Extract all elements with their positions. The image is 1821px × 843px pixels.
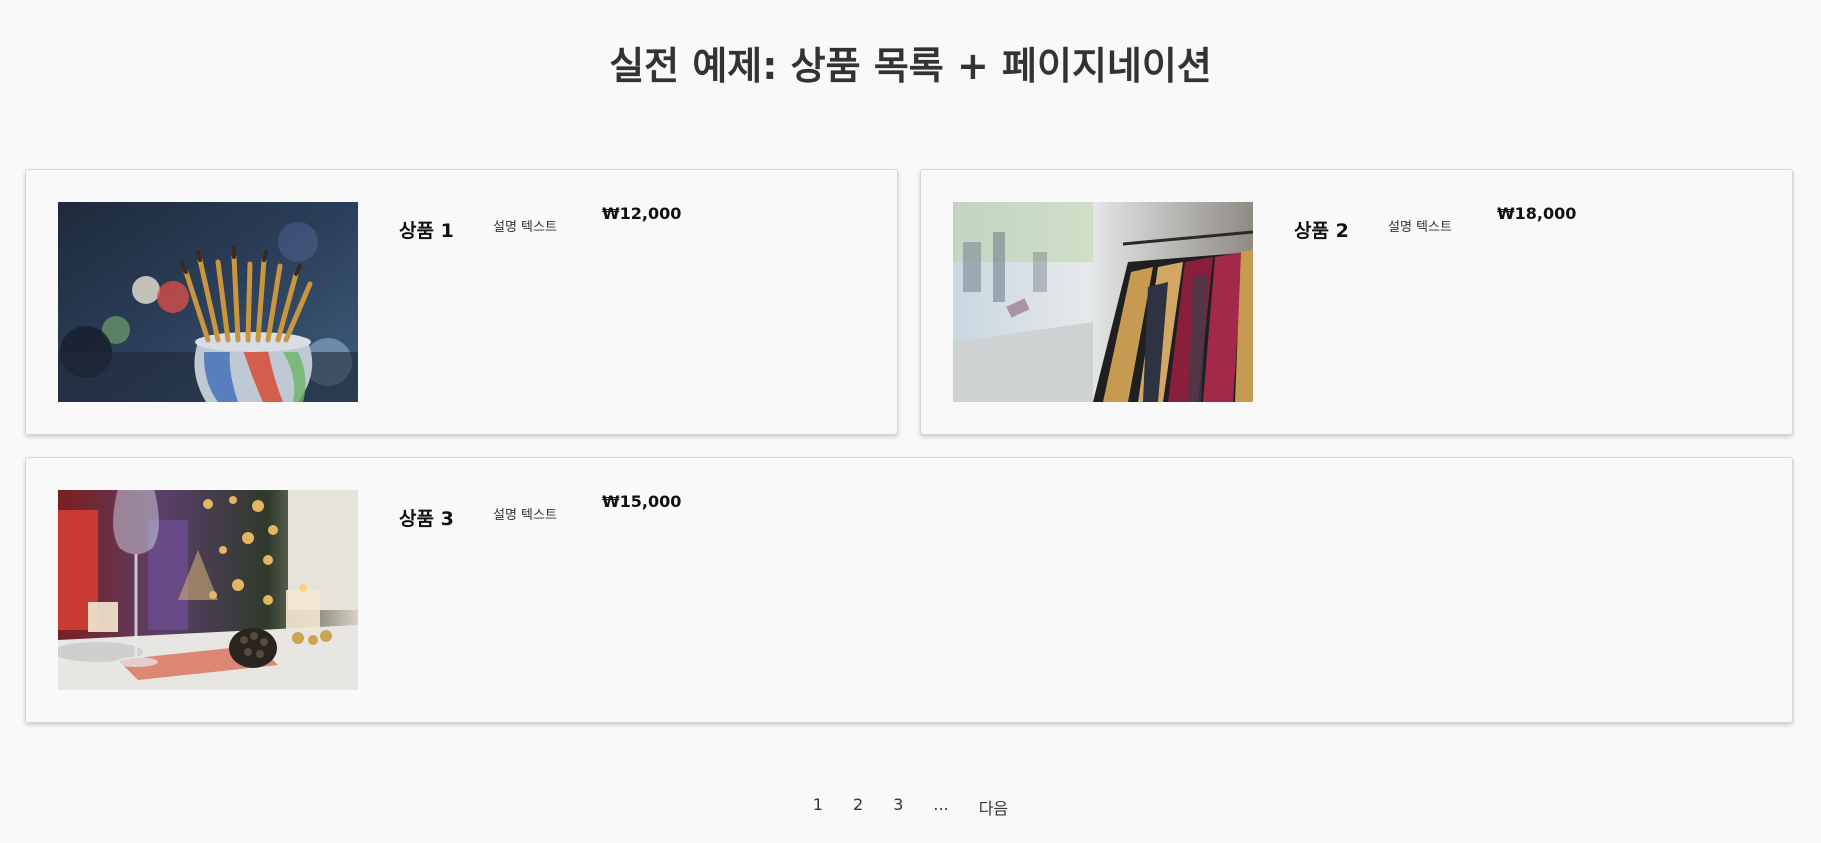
product-image xyxy=(953,202,1253,402)
product-card[interactable]: 상품 1 설명 텍스트 ₩12,000 xyxy=(25,169,898,435)
paintbrushes-photo xyxy=(58,202,358,402)
product-name[interactable]: 상품 2 xyxy=(1294,216,1349,243)
product-name[interactable]: 상품 3 xyxy=(399,504,454,531)
product-list: 상품 1 설명 텍스트 ₩12,000 상품 2 설명 텍스트 ₩18,000 … xyxy=(25,169,1793,723)
page-3-link[interactable]: 3 xyxy=(878,793,918,821)
product-card[interactable]: 상품 3 설명 텍스트 ₩15,000 xyxy=(25,457,1793,723)
product-price: ₩18,000 xyxy=(1497,204,1577,223)
pagination-ellipsis[interactable]: ... xyxy=(918,793,963,821)
product-image xyxy=(58,490,358,690)
festive-table-photo xyxy=(58,490,358,690)
product-card[interactable]: 상품 2 설명 텍스트 ₩18,000 xyxy=(920,169,1793,435)
product-image xyxy=(58,202,358,402)
page-1-link[interactable]: 1 xyxy=(798,793,838,821)
product-name[interactable]: 상품 1 xyxy=(399,216,454,243)
product-description: 설명 텍스트 xyxy=(493,508,557,523)
page-2-link[interactable]: 2 xyxy=(838,793,878,821)
product-description: 설명 텍스트 xyxy=(493,220,557,235)
page-title: 실전 예제: 상품 목록 + 페이지네이션 xyxy=(609,44,1212,88)
clothes-rack-photo xyxy=(953,202,1253,402)
product-price: ₩15,000 xyxy=(602,492,682,511)
pagination: 1 2 3 ... 다음 xyxy=(0,793,1821,821)
next-page-link[interactable]: 다음 xyxy=(964,793,1023,821)
product-description: 설명 텍스트 xyxy=(1388,220,1452,235)
product-price: ₩12,000 xyxy=(602,204,682,223)
